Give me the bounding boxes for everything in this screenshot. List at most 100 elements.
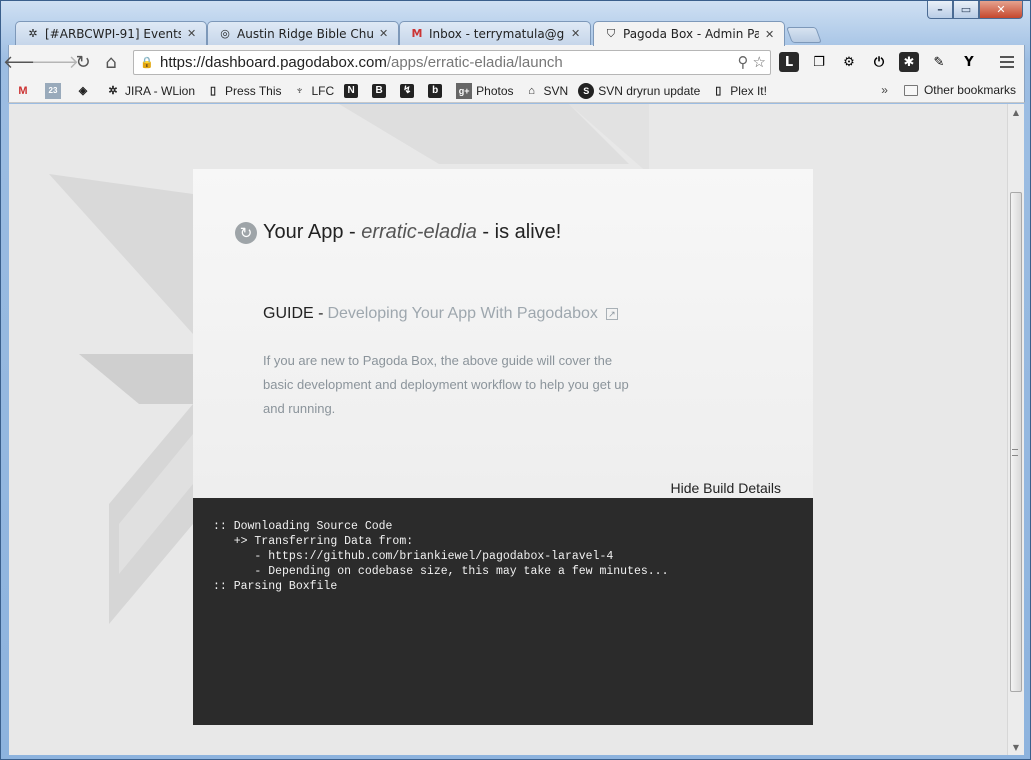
address-bar[interactable]: 🔒 https://dashboard.pagodabox.com/apps/e… [133,50,771,75]
tab-inbox[interactable]: M Inbox - terrymatula@gma ✕ [399,21,591,45]
bookmark-calendar[interactable]: 23 [45,82,65,99]
bookmark-label: Plex It! [730,83,767,98]
close-tab-icon[interactable]: ✕ [765,28,774,41]
page-icon: ▯ [210,85,217,97]
b-icon: B [372,83,387,98]
n-icon: N [344,83,359,98]
bookmark-label: SVN [543,83,569,98]
diamond-icon: ◈ [78,85,88,97]
bookmark-photos[interactable]: g+ Photos [456,82,514,99]
bookmark-plex-it[interactable]: ▯ Plex It! [710,83,767,99]
tab-title: Pagoda Box - Admin Pane [623,27,759,41]
google-plus-icon: g+ [456,82,473,99]
status-prefix: Your App - [263,221,356,243]
bookmark-label: JIRA - WLion [125,83,196,98]
bookmark-diamond[interactable]: ◈ [75,83,95,99]
guide-label: GUIDE - [263,305,324,322]
power-extension-icon[interactable]: ⏻ [867,51,891,73]
guide-link[interactable]: Developing Your App With Pagodabox [327,305,597,323]
bookmark-press-this[interactable]: ▯ Press This [205,83,282,99]
calendar-icon: 23 [45,82,61,99]
settings-extension-icon[interactable]: ⚙ [837,51,861,73]
bookmarks-overflow-chevron[interactable]: » [881,83,888,97]
bookmark-star-icon[interactable]: ☆ [753,53,766,71]
bookmark-label: SVN dryrun update [598,83,701,98]
hide-build-details-link[interactable]: Hide Build Details [671,480,782,496]
url-path: /apps/erratic-eladia/launch [386,54,563,71]
close-tab-icon[interactable]: ✕ [187,27,196,40]
tab-title: [#ARBCWPI-91] Events Vie [45,26,181,41]
bookmark-label: LFC [311,83,335,98]
close-window-button[interactable]: ✕ [979,1,1023,19]
tab-title: Austin Ridge Bible Church [237,26,373,41]
bookmark-label: Photos [476,83,514,98]
svn-icon: ⌂ [528,84,535,97]
jira-icon: ✲ [108,85,118,97]
guide-description: If you are new to Pagoda Box, the above … [263,353,629,416]
y-extension-icon[interactable]: Y [957,51,981,73]
maximize-button[interactable]: ▭ [953,1,979,19]
bookmark-svn[interactable]: ⌂ SVN [524,83,569,99]
bookmark-label: Press This [225,83,282,98]
zoom-search-icon[interactable]: ⚲ [738,53,749,71]
bookmark-gmail[interactable]: M [15,83,35,99]
svn-dryrun-icon: S [578,82,595,99]
page-viewport: ↻ Your App - erratic-eladia - is alive! … [9,104,1007,755]
bookmark-jira[interactable]: ✲ JIRA - WLion [105,83,195,99]
bookmark-chart[interactable]: ↯ [400,83,418,98]
folder-icon [903,84,918,96]
bookmark-n[interactable]: N [344,83,362,98]
tab-title: Inbox - terrymatula@gma [429,26,565,41]
omnibox-actions: ⚲ ☆ [738,53,766,71]
status-suffix: - is alive! [482,221,562,243]
chart-icon: ↯ [400,83,415,98]
url-host: https://dashboard.pagodabox.com [160,54,387,71]
url-text: https://dashboard.pagodabox.com/apps/err… [160,54,563,71]
page-scrollbar[interactable]: ▲ ▼ [1007,104,1024,755]
app-status-text: Your App - erratic-eladia - is alive! [263,221,561,244]
launch-card: ↻ Your App - erratic-eladia - is alive! … [193,169,813,498]
app-name: erratic-eladia [361,221,477,243]
close-tab-icon[interactable]: ✕ [379,27,388,40]
lastpass-extension-icon[interactable]: L [779,52,799,72]
gmail-icon: M [18,84,28,97]
scroll-down-arrow[interactable]: ▼ [1008,739,1024,755]
window-controls: – ▭ ✕ [927,1,1023,19]
bookmark-svn-dryrun[interactable]: S SVN dryrun update [578,82,701,99]
browser-menu-button[interactable] [996,52,1018,72]
tab-strip: ✲ [#ARBCWPI-91] Events Vie ✕ ◎ Austin Ri… [15,21,1015,46]
external-link-icon[interactable]: ↗ [605,308,618,320]
app-status-heading: ↻ Your App - erratic-eladia - is alive! [235,221,561,244]
page-icon: ▯ [715,85,722,97]
bookmark-b-lower[interactable]: b [428,83,446,98]
bookmark-b[interactable]: B [372,83,390,98]
bookmark-lfc[interactable]: ♆ LFC [292,83,335,99]
circle-logo-icon: ◎ [220,27,230,40]
eyedropper-extension-icon[interactable]: ✎ [927,51,951,73]
screen-capture-extension-icon[interactable]: ❐ [807,51,831,73]
reload-button[interactable]: ↻ [69,50,97,74]
extension-icons: L ❐ ⚙ ⏻ ✱ ✎ Y [777,51,981,73]
forward-button[interactable]: 🡒 [31,50,79,74]
close-tab-icon[interactable]: ✕ [571,27,580,40]
scrollbar-grip-icon [1012,449,1018,456]
tab-austin-ridge[interactable]: ◎ Austin Ridge Bible Church ✕ [207,21,399,45]
refresh-icon: ↻ [235,221,257,244]
tab-pagoda-box[interactable]: ⛉ Pagoda Box - Admin Pane ✕ [593,21,785,46]
tab-jira[interactable]: ✲ [#ARBCWPI-91] Events Vie ✕ [15,21,207,45]
new-tab-button[interactable] [786,27,822,43]
lock-icon: 🔒 [140,55,154,69]
scrollbar-thumb[interactable] [1010,192,1022,692]
toolbar: 🡐 🡒 ↻ ⌂ 🔒 https://dashboard.pagodabox.co… [3,45,1025,79]
scroll-up-arrow[interactable]: ▲ [1008,104,1024,120]
guide-heading: GUIDE - Developing Your App With Pagodab… [263,305,618,323]
liverpool-icon: ♆ [295,84,304,97]
minimize-button[interactable]: – [927,1,953,19]
gmail-icon: M [411,27,423,40]
bookmarks-right: » Other bookmarks [881,83,1016,97]
build-log-terminal: :: Downloading Source Code +> Transferri… [193,498,813,725]
jira-icon: ✲ [28,27,38,40]
asterisk-extension-icon[interactable]: ✱ [899,52,919,72]
other-bookmarks-button[interactable]: Other bookmarks [924,83,1016,97]
home-button[interactable]: ⌂ [97,50,125,74]
